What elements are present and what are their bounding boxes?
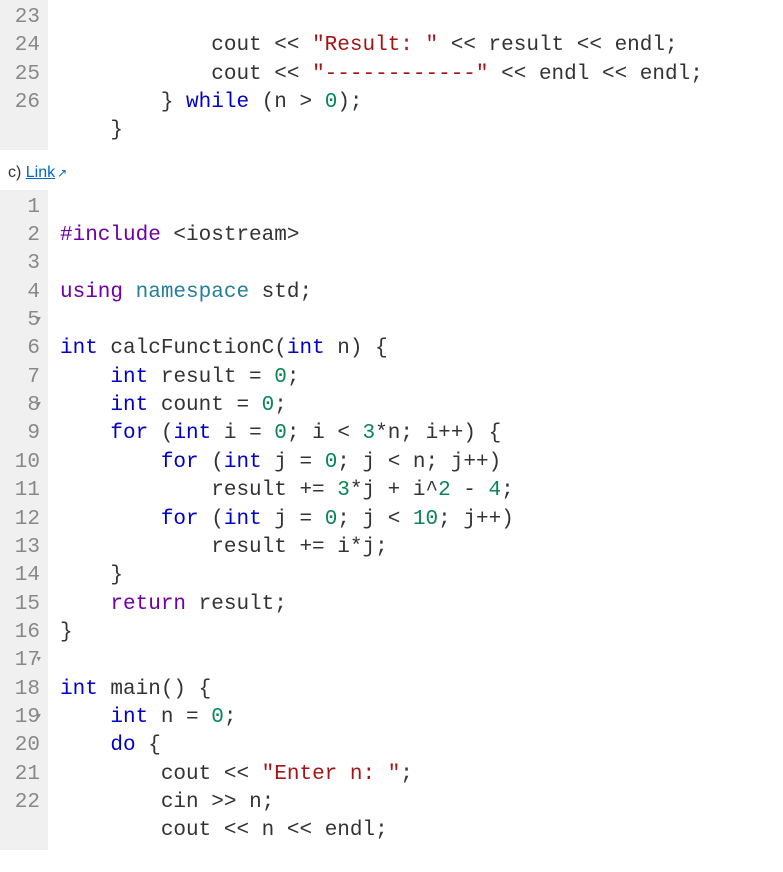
line-number: 9 (6, 420, 40, 448)
line-number: 17 (6, 647, 40, 675)
code-bottom: #include <iostream> using namespace std;… (48, 190, 514, 850)
gutter-bottom: 12345678910111213141516171819202122 (0, 190, 48, 850)
code-block-top: 23242526 cout << "Result: " << result <<… (0, 0, 783, 150)
line-number: 20 (6, 732, 40, 760)
link-c[interactable]: Link (26, 164, 55, 181)
line-number: 19 (6, 704, 40, 732)
line-number: 25 (6, 61, 40, 89)
line-number: 5 (6, 307, 40, 335)
gutter-top: 23242526 (0, 0, 48, 150)
line-number: 4 (6, 279, 40, 307)
line-number: 3 (6, 250, 40, 278)
line-number: 10 (6, 449, 40, 477)
line-number: 16 (6, 619, 40, 647)
line-number: 24 (6, 32, 40, 60)
line-number: 1 (6, 194, 40, 222)
line-number: 6 (6, 335, 40, 363)
line-number: 22 (6, 789, 40, 817)
line-number: 23 (6, 4, 40, 32)
line-number: 14 (6, 562, 40, 590)
line-number: 21 (6, 761, 40, 789)
line-number: 7 (6, 364, 40, 392)
code-top: cout << "Result: " << result << endl; co… (48, 0, 703, 150)
code-block-bottom: 12345678910111213141516171819202122 #inc… (0, 190, 783, 850)
line-number: 11 (6, 477, 40, 505)
external-link-icon: ↗ (57, 166, 67, 180)
line-number: 26 (6, 89, 40, 117)
caption-c: c) Link↗ (8, 164, 783, 182)
line-number: 8 (6, 392, 40, 420)
line-number: 13 (6, 534, 40, 562)
line-number: 12 (6, 506, 40, 534)
line-number: 18 (6, 676, 40, 704)
caption-label: c) (8, 164, 26, 181)
line-number: 15 (6, 591, 40, 619)
line-number: 2 (6, 222, 40, 250)
